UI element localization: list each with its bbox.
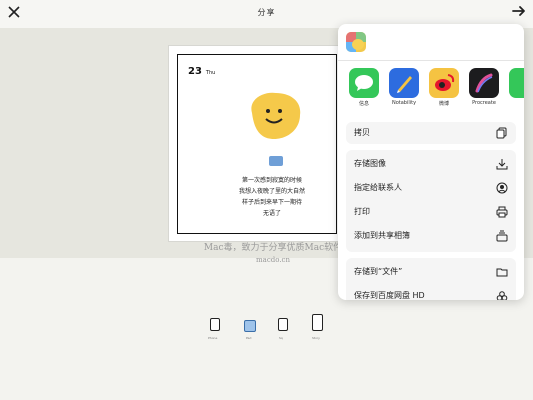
app-weibo[interactable]: 微博 xyxy=(426,68,462,107)
action-label: 打印 xyxy=(354,207,370,216)
weibo-icon xyxy=(429,68,459,98)
app-procreate[interactable]: Procreate xyxy=(466,68,502,106)
tag-badge xyxy=(269,156,283,166)
poem-line: 无语了 xyxy=(262,210,281,217)
smiley-blob-icon xyxy=(251,92,301,139)
date-day: 23 xyxy=(188,66,202,77)
app-label: 信息 xyxy=(358,101,369,107)
card-frame: 23 Thu 第一次感到寂寞的时候 我想入夜晚了里的大自然 样子后到来早下一期待 … xyxy=(177,54,337,234)
procreate-icon xyxy=(469,68,499,98)
action-label: 指定给联系人 xyxy=(354,183,402,192)
app-row: 信息 Notability 微博 Procreate xyxy=(346,68,524,128)
poem-line: 样子后到来早下一期待 xyxy=(241,199,302,206)
printer-icon xyxy=(496,206,508,218)
action-label: 存储到“文件” xyxy=(354,267,403,276)
folder-icon xyxy=(496,268,508,277)
frame-size-selector: Phone Pad Sq Story xyxy=(208,312,328,344)
messages-icon xyxy=(349,68,379,98)
app-label: 微博 xyxy=(438,101,449,107)
copy-icon xyxy=(496,127,507,139)
poem-line: 我想入夜晚了里的大自然 xyxy=(238,188,305,195)
frame-label: Sq xyxy=(279,336,283,340)
action-label: 拷贝 xyxy=(354,128,370,137)
app-notability[interactable]: Notability xyxy=(386,68,422,106)
card-date: 23 Thu xyxy=(188,66,215,77)
action-copy[interactable]: 拷贝 xyxy=(346,123,516,143)
download-icon xyxy=(496,159,508,170)
action-print[interactable]: 打印 xyxy=(346,202,516,222)
action-label: 添加到共享相簿 xyxy=(354,231,410,240)
poem-line: 第一次感到寂寞的时候 xyxy=(241,177,302,184)
cloud-circles-icon xyxy=(496,291,508,300)
shared-album-icon xyxy=(496,230,508,242)
contact-icon xyxy=(496,182,508,194)
action-save-image[interactable]: 存储图像 xyxy=(346,154,516,174)
share-sheet: 信息 Notability 微博 Procreate 拷贝 存储图像 指定给联系… xyxy=(338,24,524,300)
notability-icon xyxy=(389,68,419,98)
action-shared-album[interactable]: 添加到共享相簿 xyxy=(346,226,516,246)
action-assign-contact[interactable]: 指定给联系人 xyxy=(346,178,516,198)
app-partial[interactable] xyxy=(506,68,524,98)
frame-label: Story xyxy=(312,336,320,340)
app-label: Procreate xyxy=(472,100,496,106)
frame-label: Phone xyxy=(208,336,218,340)
card-poem: 第一次感到寂寞的时候 我想入夜晚了里的大自然 样子后到来早下一期待 无语了 xyxy=(212,175,332,219)
action-label: 保存到百度网盘 HD xyxy=(354,291,425,300)
app-messages[interactable]: 信息 xyxy=(346,68,382,107)
page-title: 分享 xyxy=(257,8,276,17)
action-label: 存储图像 xyxy=(354,159,386,168)
frame-option-pad[interactable] xyxy=(244,320,256,332)
action-baidu-netdisk[interactable]: 保存到百度网盘 HD xyxy=(346,286,516,300)
frame-option-story[interactable] xyxy=(312,314,323,331)
app-thumbnail-icon xyxy=(346,32,366,52)
share-card-preview: 23 Thu 第一次感到寂寞的时候 我想入夜晚了里的大自然 样子后到来早下一期待 … xyxy=(168,45,346,242)
frame-option-phone[interactable] xyxy=(210,318,220,331)
frame-option-square[interactable] xyxy=(278,318,288,331)
app-label: Notability xyxy=(391,100,417,106)
partial-app-icon xyxy=(509,68,524,98)
share-arrow-icon[interactable] xyxy=(511,3,527,19)
frame-label: Pad xyxy=(246,336,252,340)
divider xyxy=(338,60,524,61)
action-save-files[interactable]: 存储到“文件” xyxy=(346,262,516,282)
date-weekday: Thu xyxy=(205,70,216,76)
